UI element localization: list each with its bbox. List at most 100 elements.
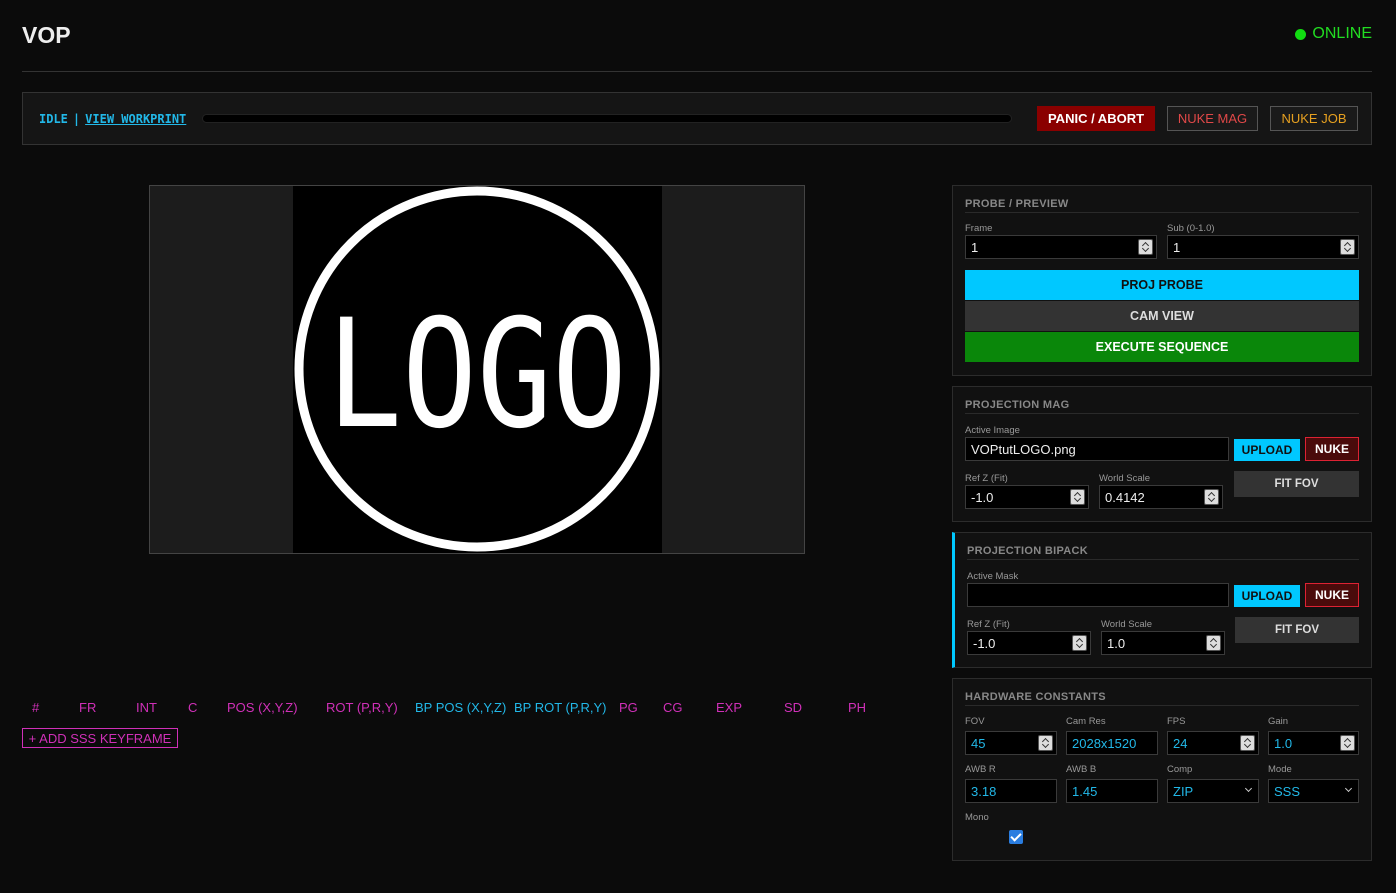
panel-divider (965, 705, 1359, 706)
bp-fit-fov-button[interactable]: FIT FOV (1235, 617, 1359, 643)
fov-input[interactable]: 45 (965, 731, 1057, 755)
bp-world-scale-input[interactable]: 1.0 (1101, 631, 1225, 655)
active-image-input[interactable]: VOPtutLOGO.png (965, 437, 1229, 461)
awbb-label: AWB B (1066, 764, 1097, 775)
panel-divider (965, 413, 1359, 414)
preview-viewport: LOGO (149, 185, 805, 554)
bp-world-scale-value: 1.0 (1107, 635, 1126, 651)
camres-value: 2028x1520 (1072, 735, 1137, 751)
add-keyframe-button[interactable]: + ADD SSS KEYFRAME (22, 728, 178, 748)
hardware-constants-panel: HARDWARE CONSTANTS FOV 45 Cam Res 2028x1… (952, 678, 1372, 861)
sub-value: 1 (1173, 239, 1181, 255)
job-state: IDLE | VIEW WORKPRINT (39, 112, 186, 126)
camres-label: Cam Res (1066, 716, 1106, 727)
state-label: IDLE (39, 112, 68, 126)
frame-label: Frame (965, 223, 993, 234)
world-scale-stepper-icon[interactable] (1204, 489, 1219, 505)
col-bp-rot: BP ROT (P,R,Y) (514, 700, 607, 715)
execute-sequence-button[interactable]: EXECUTE SEQUENCE (965, 332, 1359, 362)
col-fr: FR (79, 700, 97, 715)
state-separator: | (72, 112, 81, 126)
bp-refz-value: -1.0 (973, 635, 996, 651)
bp-refz-input[interactable]: -1.0 (967, 631, 1091, 655)
mode-value: SSS (1274, 783, 1301, 799)
fit-fov-button[interactable]: FIT FOV (1234, 471, 1359, 497)
col-pg: PG (619, 700, 638, 715)
mono-label: Mono (965, 812, 989, 823)
job-progress-bar (202, 114, 1012, 123)
mono-checkbox[interactable] (1009, 830, 1023, 844)
col-bp-pos: BP POS (X,Y,Z) (415, 700, 507, 715)
col-c: C (188, 700, 198, 715)
chevron-down-icon (1344, 784, 1353, 793)
active-image-label: Active Image (965, 425, 1020, 436)
comp-value: ZIP (1173, 783, 1194, 799)
sub-stepper-icon[interactable] (1340, 239, 1355, 255)
comp-label: Comp (1167, 764, 1193, 775)
upload-image-button[interactable]: UPLOAD (1234, 439, 1300, 461)
col-int: INT (136, 700, 157, 715)
fps-stepper-icon[interactable] (1240, 735, 1255, 751)
gain-input[interactable]: 1.0 (1268, 731, 1359, 755)
fps-input[interactable]: 24 (1167, 731, 1259, 755)
active-mask-input[interactable] (967, 583, 1229, 607)
refz-input[interactable]: -1.0 (965, 485, 1089, 509)
col-index: # (32, 700, 40, 715)
chevron-down-icon (1244, 784, 1253, 793)
nuke-job-button[interactable]: NUKE JOB (1270, 106, 1358, 131)
panel-divider (965, 212, 1359, 213)
active-mask-label: Active Mask (967, 571, 1019, 582)
upload-mask-button[interactable]: UPLOAD (1234, 585, 1300, 607)
logo-text: LOGO (327, 288, 627, 462)
nuke-mask-button[interactable]: NUKE (1305, 583, 1359, 607)
projection-mag-panel: PROJECTION MAG Active Image VOPtutLOGO.p… (952, 386, 1372, 522)
frame-stepper-icon[interactable] (1138, 239, 1153, 255)
mode-select[interactable]: SSS (1268, 779, 1359, 803)
refz-stepper-icon[interactable] (1070, 489, 1085, 505)
awbr-value: 3.18 (971, 783, 997, 799)
refz-label: Ref Z (Fit) (965, 473, 1008, 484)
camres-input[interactable]: 2028x1520 (1066, 731, 1158, 755)
panic-abort-button[interactable]: PANIC / ABORT (1037, 106, 1155, 131)
proj-probe-button[interactable]: PROJ PROBE (965, 270, 1359, 300)
app-header: VOP ONLINE (22, 18, 1372, 72)
bp-world-scale-label: World Scale (1101, 619, 1153, 630)
awbb-value: 1.45 (1072, 783, 1098, 799)
panel-title: PROJECTION BIPACK (967, 545, 1089, 557)
gain-label: Gain (1268, 716, 1289, 727)
awbr-input[interactable]: 3.18 (965, 779, 1057, 803)
fov-label: FOV (965, 716, 985, 727)
frame-input[interactable]: 1 (965, 235, 1157, 259)
sub-input[interactable]: 1 (1167, 235, 1359, 259)
view-workprint-link[interactable]: VIEW WORKPRINT (85, 112, 186, 126)
world-scale-value: 0.4142 (1105, 489, 1145, 505)
frame-value: 1 (971, 239, 979, 255)
status-label: ONLINE (1312, 25, 1372, 42)
fov-stepper-icon[interactable] (1038, 735, 1053, 751)
panel-divider (967, 559, 1359, 560)
preview-image: LOGO (293, 186, 662, 553)
fov-value: 45 (971, 735, 986, 751)
col-cg: CG (663, 700, 683, 715)
awbb-input[interactable]: 1.45 (1066, 779, 1158, 803)
bp-world-scale-stepper-icon[interactable] (1206, 635, 1221, 651)
active-image-value: VOPtutLOGO.png (971, 441, 1076, 457)
refz-value: -1.0 (971, 489, 994, 505)
panel-title: PROJECTION MAG (965, 399, 1070, 411)
comp-select[interactable]: ZIP (1167, 779, 1259, 803)
gain-stepper-icon[interactable] (1340, 735, 1355, 751)
awbr-label: AWB R (965, 764, 996, 775)
col-sd: SD (784, 700, 803, 715)
projection-bipack-panel: PROJECTION BIPACK Active Mask UPLOAD NUK… (952, 532, 1372, 668)
bp-refz-stepper-icon[interactable] (1072, 635, 1087, 651)
fps-value: 24 (1173, 735, 1188, 751)
nuke-image-button[interactable]: NUKE (1305, 437, 1359, 461)
col-exp: EXP (716, 700, 743, 715)
sub-label: Sub (0-1.0) (1167, 223, 1215, 234)
cam-view-button[interactable]: CAM VIEW (965, 301, 1359, 331)
world-scale-input[interactable]: 0.4142 (1099, 485, 1223, 509)
col-pos: POS (X,Y,Z) (227, 700, 298, 715)
panel-title: HARDWARE CONSTANTS (965, 691, 1106, 703)
mode-label: Mode (1268, 764, 1292, 775)
nuke-mag-button[interactable]: NUKE MAG (1167, 106, 1258, 131)
